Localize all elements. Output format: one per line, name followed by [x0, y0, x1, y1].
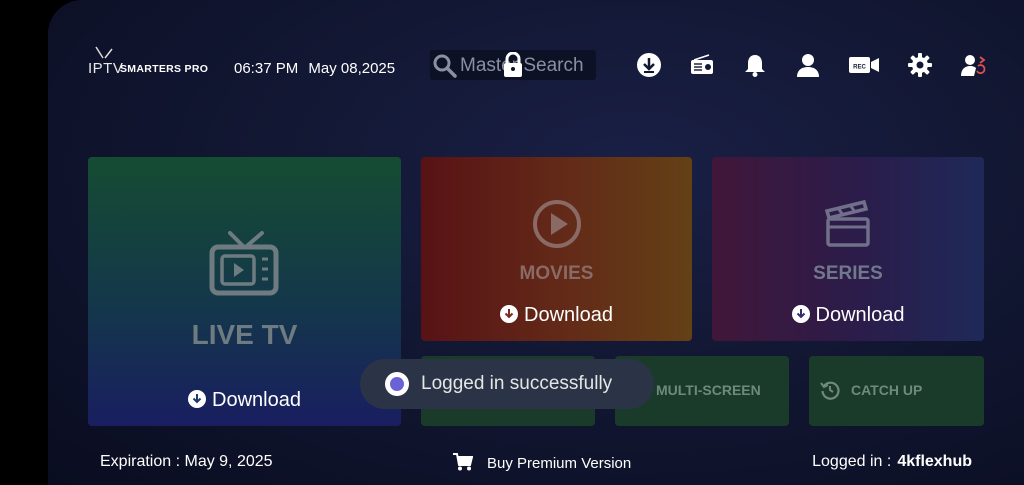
series-title: SERIES — [813, 263, 883, 284]
clock: 06:37 PM May 08,2025 — [234, 60, 401, 77]
history-icon — [820, 381, 840, 400]
multi-screen-title: MULTI-SCREEN — [656, 382, 761, 398]
clapperboard-icon — [824, 199, 870, 247]
movies-download-label: Download — [524, 304, 613, 326]
login-toast: Logged in successfully — [360, 359, 654, 409]
lock-icon — [504, 52, 522, 77]
movies-download[interactable]: Download — [421, 304, 692, 327]
user-icon[interactable] — [795, 52, 821, 78]
radio-icon[interactable] — [689, 52, 715, 78]
series-tile[interactable]: SERIES Download — [712, 157, 984, 341]
download-icon — [791, 305, 810, 323]
clock-date: May 08,2025 — [308, 60, 396, 77]
live-tv-tile[interactable]: LIVE TV Download — [88, 157, 401, 426]
username: 4kflexhub — [897, 453, 972, 470]
app-badge-icon — [385, 372, 409, 396]
master-search[interactable]: Master Search — [430, 50, 596, 80]
series-download[interactable]: Download — [712, 304, 984, 327]
download-icon[interactable] — [636, 52, 662, 78]
catch-up-title: CATCH UP — [851, 382, 923, 398]
cart-icon — [453, 453, 474, 471]
rec-camera-icon[interactable]: REC — [848, 52, 880, 78]
logged-in-label: Logged in : — [812, 453, 892, 470]
clock-time: 06:37 PM — [234, 60, 299, 77]
app-logo: IPTV SMARTERS PRO — [88, 46, 213, 84]
catch-up-tile[interactable]: CATCH UP — [809, 356, 984, 426]
antenna-icon — [95, 46, 113, 59]
tv-icon — [209, 231, 279, 296]
rec-label: REC — [853, 65, 866, 71]
movies-title: MOVIES — [519, 263, 594, 284]
movies-tile[interactable]: MOVIES Download — [421, 157, 692, 341]
play-icon — [533, 200, 581, 248]
bell-icon[interactable] — [742, 52, 768, 78]
logo-brand: SMARTERS PRO — [120, 63, 209, 75]
search-icon — [433, 54, 457, 78]
logo-iptv: IPTV — [88, 60, 124, 77]
download-icon — [188, 390, 207, 408]
download-icon — [500, 305, 519, 323]
live-tv-title: LIVE TV — [191, 319, 298, 350]
buy-premium-button[interactable]: Buy Premium Version — [453, 453, 631, 473]
toast-message: Logged in successfully — [421, 373, 613, 394]
series-download-label: Download — [815, 304, 905, 326]
logged-in-info: Logged in : 4kflexhub — [812, 453, 972, 471]
buy-premium-label: Buy Premium Version — [487, 455, 632, 472]
expiration-text: Expiration : May 9, 2025 — [100, 453, 273, 470]
switch-user-icon[interactable] — [960, 52, 986, 78]
gear-icon[interactable] — [907, 52, 933, 78]
app-screen: IPTV SMARTERS PRO 06:37 PM May 08,2025 M… — [48, 0, 1024, 485]
live-tv-download-label: Download — [212, 389, 301, 411]
live-tv-download[interactable]: Download — [88, 389, 401, 412]
